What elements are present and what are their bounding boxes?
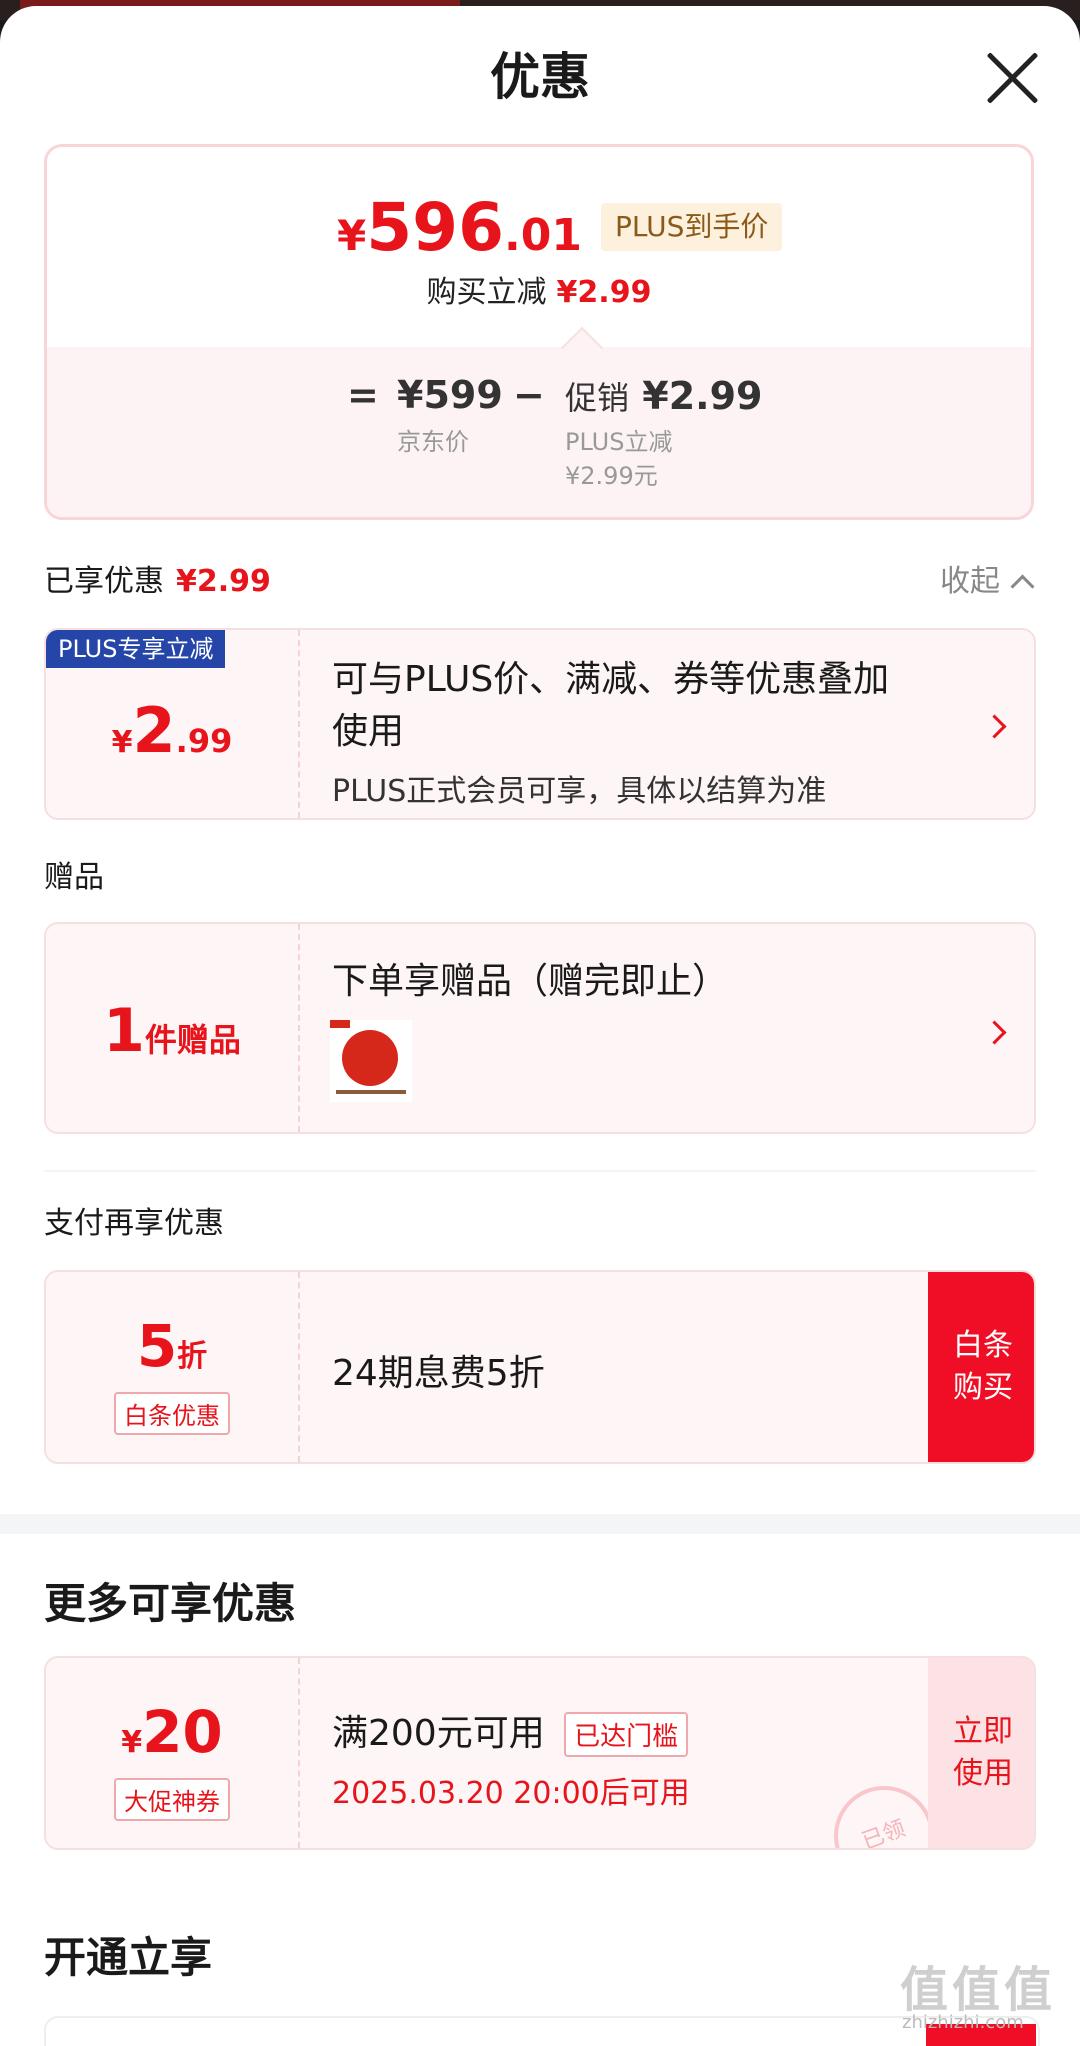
coupon-condition: 满200元可用 已达门槛 <box>332 1704 689 1757</box>
threshold-badge: 已达门槛 <box>564 1712 689 1757</box>
coupon-amount: ¥20 <box>121 1698 223 1766</box>
coupon-tag: 大促神券 <box>114 1778 230 1821</box>
gift-count: 1件赠品 <box>103 996 241 1066</box>
baitiao-text: 24期息费5折 <box>332 1353 545 1394</box>
more-heading: 更多可享优惠 <box>44 1579 297 1628</box>
chevron-up-icon <box>1010 574 1035 599</box>
gift-image[interactable] <box>330 1020 412 1102</box>
open-heading: 开通立享 <box>44 1933 213 1982</box>
coupon-time: 2025.03.20 20:00后可用 <box>332 1776 690 1811</box>
baitiao-tag: 白条优惠 <box>114 1392 230 1435</box>
baitiao-discount: 5折 <box>136 1312 208 1380</box>
equals-sign: = <box>347 373 379 417</box>
use-now-button[interactable]: 立即使用 <box>928 1658 1034 1848</box>
gift-title: 下单享赠品（赠完即止） <box>332 961 729 1002</box>
membership-card[interactable] <box>44 2016 1040 2046</box>
plus-discount-desc-2: 使用 <box>332 711 405 752</box>
chevron-right-icon <box>982 1020 1007 1045</box>
price-summary-card: ¥596.01 PLUS到手价 购买立减 ¥2.99 = ¥599 京东价 − 促… <box>44 144 1034 520</box>
gift-heading: 赠品 <box>44 860 104 895</box>
final-price: ¥596.01 <box>337 189 582 266</box>
close-icon[interactable] <box>982 48 1042 108</box>
gift-card[interactable]: 1件赠品 下单享赠品（赠完即止） <box>44 922 1036 1134</box>
baitiao-buy-button[interactable]: 白条购买 <box>928 1272 1034 1462</box>
promo-value: 促销 ¥2.99 <box>565 374 763 418</box>
coupon-card: ¥20 大促神券 满200元可用 已达门槛 2025.03.20 20:00后可… <box>44 1656 1036 1850</box>
reduce-line: 购买立减 ¥2.99 <box>426 275 652 310</box>
watermark-url: zhizhizhi.com <box>902 2012 1024 2033</box>
baitiao-card: 5折 白条优惠 24期息费5折 白条购买 <box>44 1270 1036 1464</box>
sheet-title: 优惠 <box>490 48 590 106</box>
pay-heading: 支付再享优惠 <box>44 1206 224 1241</box>
enjoyed-heading: 已享优惠 ¥2.99 <box>44 564 271 599</box>
plus-discount-desc: 可与PLUS价、满减、券等优惠叠加 <box>332 659 890 700</box>
jd-price-label: 京东价 <box>397 428 469 456</box>
collapse-button[interactable]: 收起 <box>940 556 1035 600</box>
plus-price-tag: PLUS到手价 <box>601 203 783 251</box>
plus-discount-note: PLUS正式会员可享，具体以结算为准 <box>332 774 827 809</box>
promotion-sheet: 优惠 ¥596.01 PLUS到手价 购买立减 ¥2.99 = ¥599 京东价 … <box>0 6 1080 2046</box>
chevron-right-icon <box>982 714 1007 739</box>
promo-sub-value: ¥2.99元 <box>565 462 658 490</box>
plus-discount-amount: ¥2.99 <box>111 694 233 767</box>
jd-price: ¥599 <box>397 373 503 417</box>
plus-ribbon: PLUS专享立减 <box>46 630 226 668</box>
plus-discount-card[interactable]: PLUS专享立减 ¥2.99 可与PLUS价、满减、券等优惠叠加 使用 PLUS… <box>44 628 1036 820</box>
promo-sub-label: PLUS立减 <box>565 428 673 456</box>
watermark: 值值值 <box>900 1962 1057 2018</box>
minus-sign: − <box>513 373 545 417</box>
